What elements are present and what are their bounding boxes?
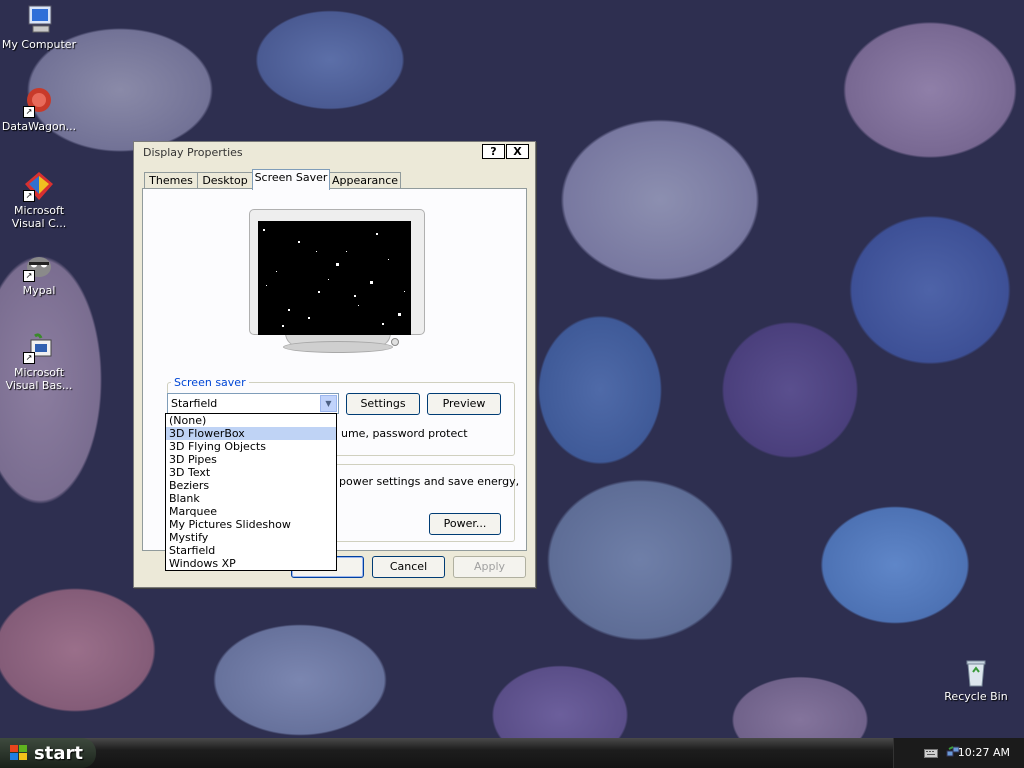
keyboard-icon[interactable]: [924, 747, 938, 758]
shortcut-arrow-icon: ↗: [23, 352, 35, 364]
taskbar: start 10:27 AM: [0, 738, 1024, 768]
dropdown-option-windows-xp[interactable]: Windows XP: [166, 557, 336, 570]
desktop-icon-recycle-bin[interactable]: Recycle Bin: [938, 656, 1014, 703]
dropdown-option-3d-pipes[interactable]: 3D Pipes: [166, 453, 336, 466]
dropdown-option-3d-flowerbox[interactable]: 3D FlowerBox: [166, 427, 336, 440]
screen-saver-group-label: Screen saver: [171, 376, 249, 389]
dropdown-option-none[interactable]: (None): [166, 414, 336, 427]
desktop-icon-label: Microsoft Visual Bas...: [1, 366, 77, 392]
dropdown-option-3d-text[interactable]: 3D Text: [166, 466, 336, 479]
shortcut-arrow-icon: ↗: [23, 270, 35, 282]
dropdown-option-my-pictures-slideshow[interactable]: My Pictures Slideshow: [166, 518, 336, 531]
screen-saver-select[interactable]: Starfield ▼: [167, 393, 339, 414]
mypal-icon: ↗: [23, 250, 55, 282]
monitor-preview: [249, 209, 425, 355]
datawagon-icon: ↗: [23, 86, 55, 118]
power-button[interactable]: Power...: [429, 513, 501, 535]
power-description-text: power settings and save energy,: [339, 475, 520, 488]
help-button[interactable]: ?: [482, 144, 505, 159]
computer-icon: [23, 4, 55, 36]
settings-button[interactable]: Settings: [346, 393, 420, 415]
desktop-icon-mypal[interactable]: ↗ Mypal: [1, 250, 77, 297]
tab-themes[interactable]: Themes: [144, 172, 198, 189]
window-title: Display Properties: [143, 146, 243, 159]
start-label: start: [34, 743, 83, 764]
clock[interactable]: 10:27 AM: [958, 746, 1010, 759]
screen-saver-dropdown-list[interactable]: (None) 3D FlowerBox 3D Flying Objects 3D…: [165, 413, 337, 571]
monitor-base: [283, 341, 393, 353]
wait-resume-text: ume, password protect: [341, 427, 468, 440]
chevron-down-icon[interactable]: ▼: [320, 395, 337, 412]
monitor-power-led: [391, 338, 399, 346]
preview-button[interactable]: Preview: [427, 393, 501, 415]
desktop-icon-label: Microsoft Visual C...: [1, 204, 77, 230]
desktop-icon-label: My Computer: [1, 38, 77, 51]
dropdown-option-mystify[interactable]: Mystify: [166, 531, 336, 544]
recycle-bin-icon: [960, 656, 992, 688]
screen-saver-selected-value: Starfield: [171, 397, 218, 410]
shortcut-arrow-icon: ↗: [23, 106, 35, 118]
visual-basic-icon: ↗: [23, 332, 55, 364]
tab-desktop[interactable]: Desktop: [197, 172, 253, 189]
dropdown-option-beziers[interactable]: Beziers: [166, 479, 336, 492]
shortcut-arrow-icon: ↗: [23, 190, 35, 202]
visual-c-icon: ↗: [23, 170, 55, 202]
system-tray: 10:27 AM: [893, 738, 1024, 768]
starfield-preview-screen: [258, 221, 411, 335]
desktop-icon-visual-basic[interactable]: ↗ Microsoft Visual Bas...: [1, 332, 77, 392]
apply-button[interactable]: Apply: [453, 556, 526, 578]
cancel-button[interactable]: Cancel: [372, 556, 445, 578]
title-bar[interactable]: Display Properties ? X: [134, 142, 535, 162]
dropdown-option-blank[interactable]: Blank: [166, 492, 336, 505]
desktop-icon-label: Recycle Bin: [944, 690, 1008, 703]
dropdown-option-starfield[interactable]: Starfield: [166, 544, 336, 557]
windows-flag-icon: [10, 745, 28, 761]
dropdown-option-3d-flying-objects[interactable]: 3D Flying Objects: [166, 440, 336, 453]
tab-appearance[interactable]: Appearance: [329, 172, 401, 189]
desktop-icon-label: Mypal: [22, 284, 56, 297]
tab-screen-saver[interactable]: Screen Saver: [252, 169, 330, 190]
desktop-icon-label-text: Microsoft Visual C...: [11, 204, 67, 230]
desktop-icon-datawagon[interactable]: ↗ DataWagon...: [1, 86, 77, 133]
starfield-stars: [263, 229, 405, 327]
desktop-icon-visual-c[interactable]: ↗ Microsoft Visual C...: [1, 170, 77, 230]
desktop-icon-label: DataWagon...: [1, 120, 77, 133]
desktop-icon-label-text: Microsoft Visual Bas...: [5, 366, 73, 392]
start-button[interactable]: start: [0, 738, 96, 768]
close-button[interactable]: X: [506, 144, 529, 159]
desktop-icon-my-computer[interactable]: My Computer: [1, 4, 77, 51]
dropdown-option-marquee[interactable]: Marquee: [166, 505, 336, 518]
